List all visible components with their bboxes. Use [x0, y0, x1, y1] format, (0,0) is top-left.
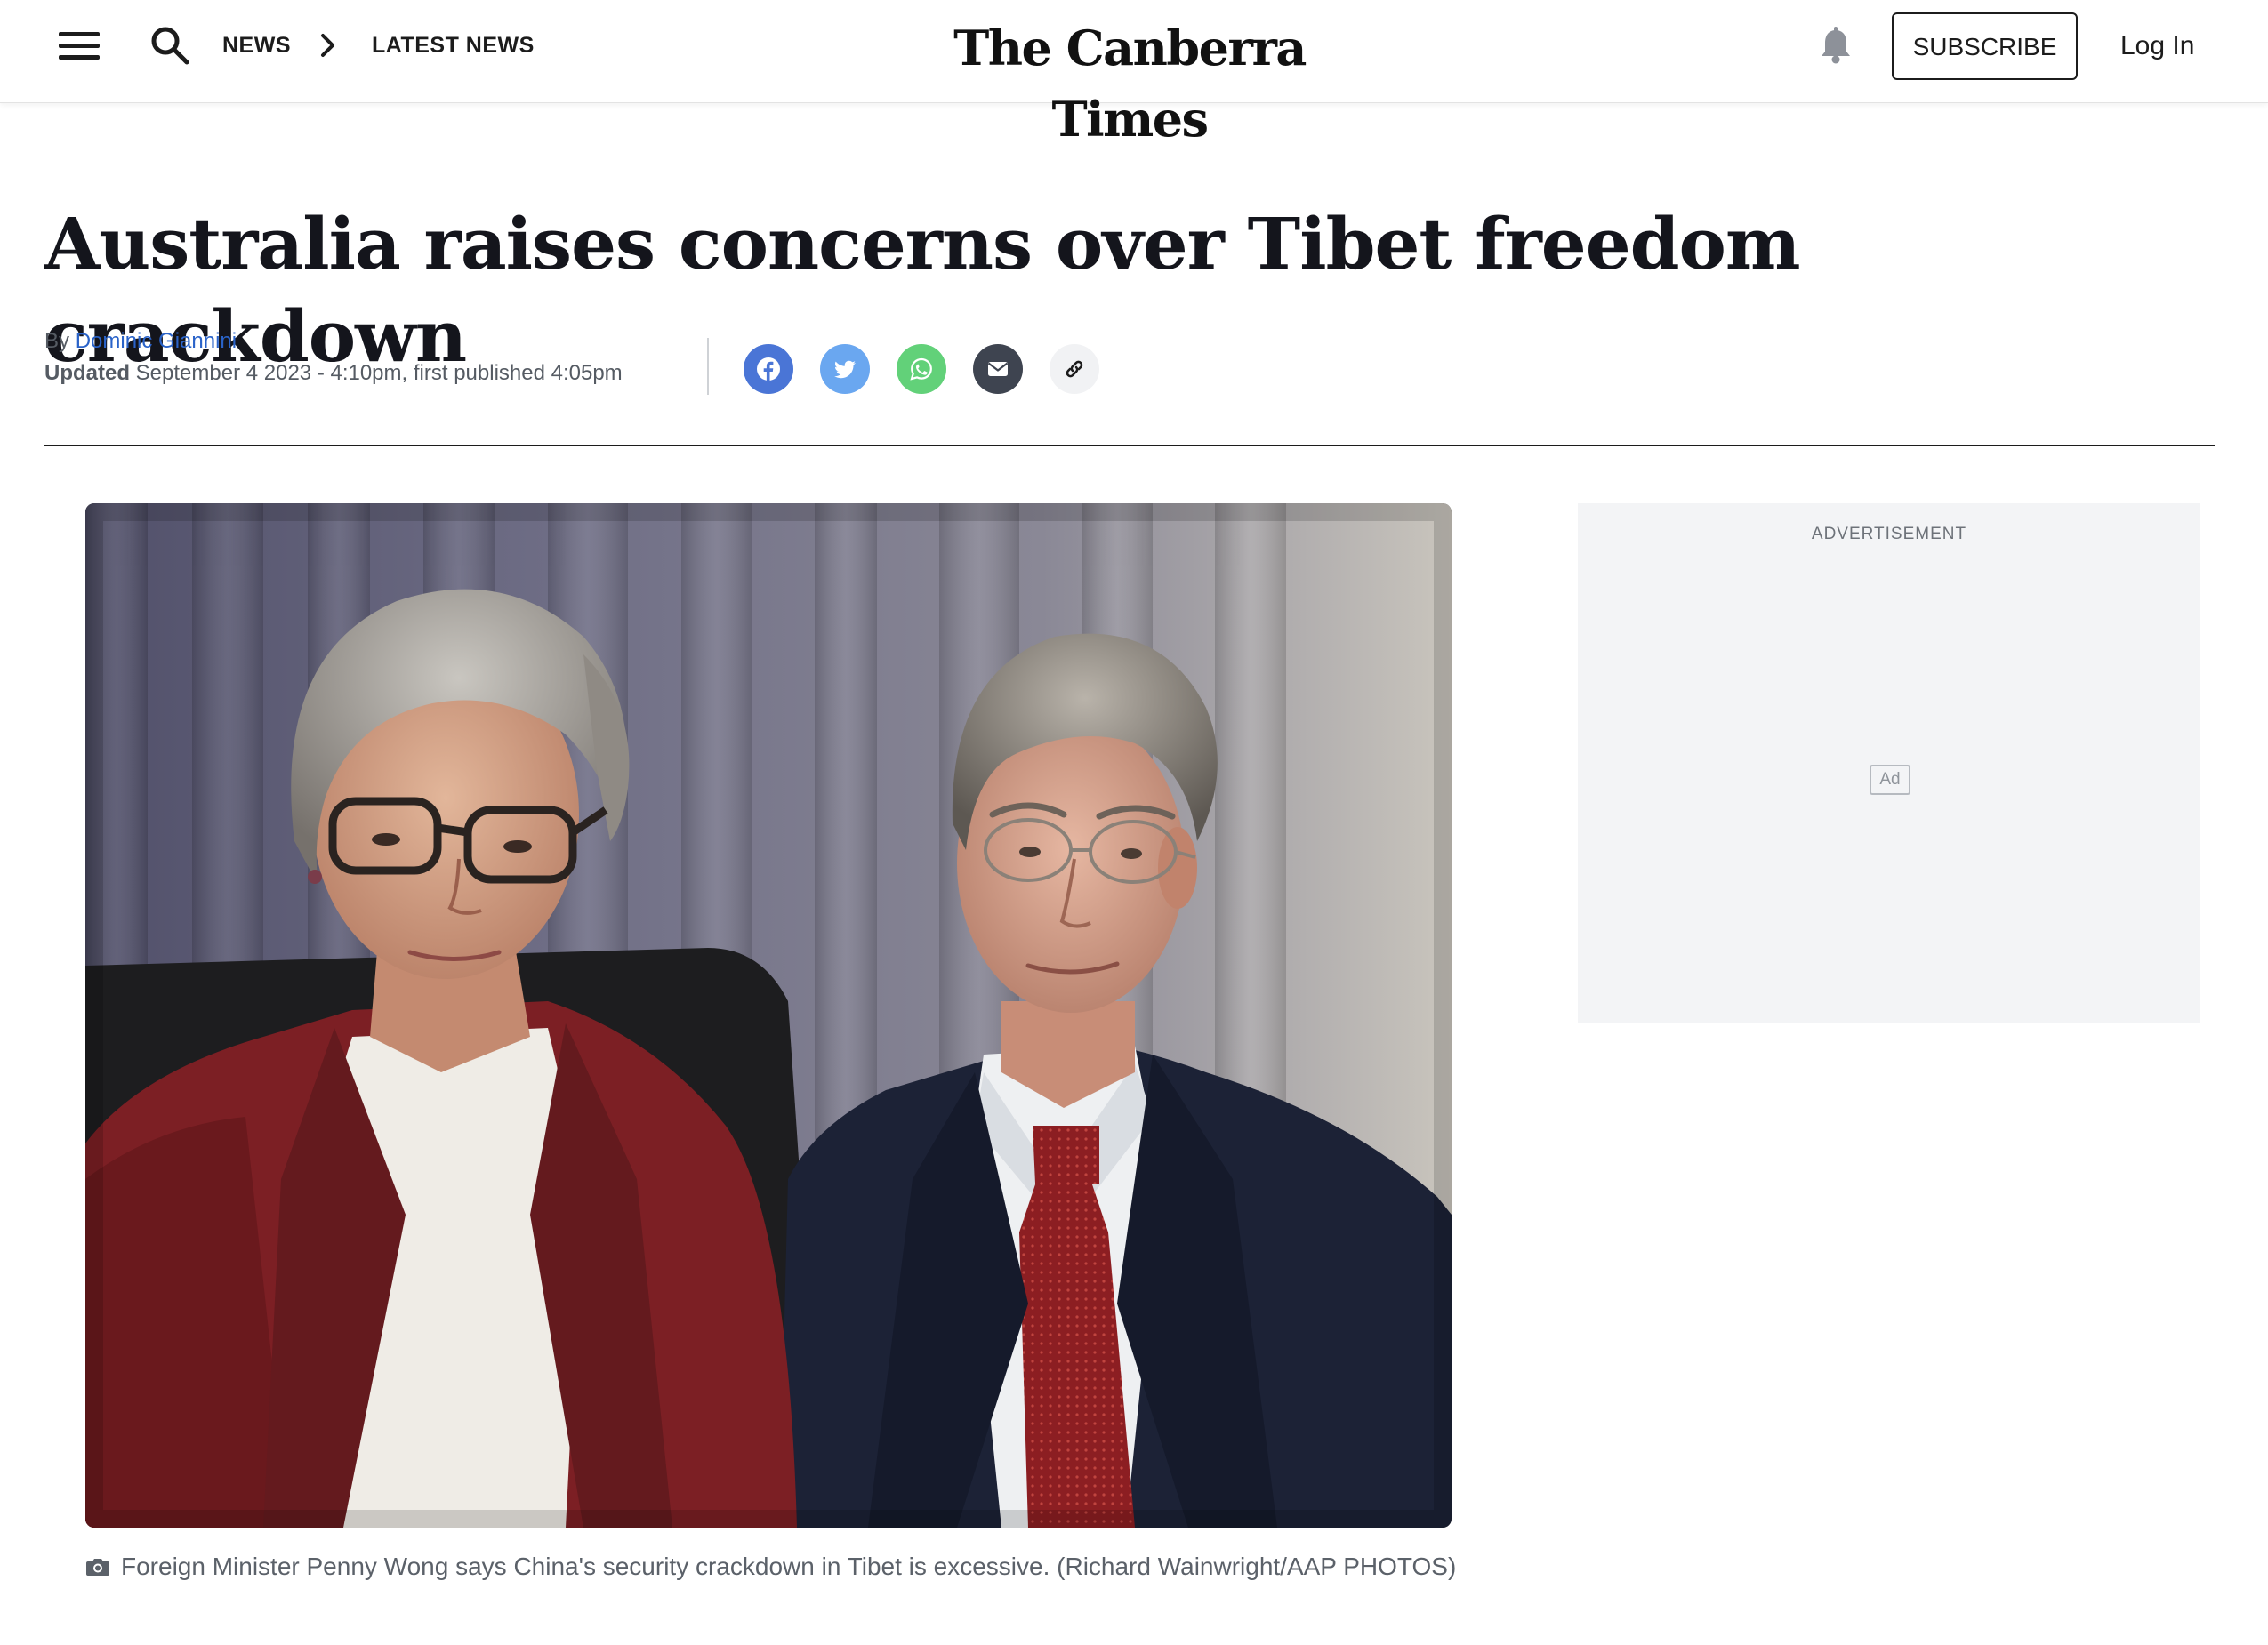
- caption-text: Foreign Minister Penny Wong says China's…: [121, 1553, 1457, 1580]
- ad-badge: Ad: [1870, 765, 1910, 795]
- camera-icon: [86, 1559, 109, 1576]
- section-divider: [44, 445, 2215, 446]
- image-caption: Foreign Minister Penny Wong says China's…: [85, 1549, 1473, 1585]
- email-share-button[interactable]: [973, 344, 1023, 394]
- site-header: NEWS LATEST NEWS The Canberra Times SUBS…: [0, 0, 2268, 148]
- byline-prefix: By: [44, 329, 70, 353]
- copy-link-button[interactable]: [1050, 344, 1099, 394]
- email-icon: [987, 362, 1009, 376]
- byline-divider: [707, 338, 709, 395]
- advertisement-slot[interactable]: ADVERTISEMENT Ad: [1578, 503, 2200, 1023]
- breadcrumb-news[interactable]: NEWS: [222, 30, 291, 60]
- author-link[interactable]: Dominic Giannini: [76, 329, 237, 353]
- hamburger-menu-icon[interactable]: [57, 30, 101, 62]
- twitter-share-button[interactable]: [820, 344, 870, 394]
- subscribe-button[interactable]: SUBSCRIBE: [1892, 12, 2078, 80]
- article-headline: Australia raises concerns over Tibet fre…: [44, 202, 1801, 378]
- updated-label: Updated: [44, 361, 130, 385]
- whatsapp-icon: [910, 357, 932, 381]
- byline: By Dominic Giannini: [44, 325, 237, 357]
- site-logo[interactable]: The Canberra Times: [889, 12, 1370, 148]
- breadcrumb-latest-news[interactable]: LATEST NEWS: [372, 30, 535, 60]
- login-link[interactable]: Log In: [2120, 27, 2194, 66]
- photo-illustration: [85, 503, 1452, 1528]
- whatsapp-share-button[interactable]: [897, 344, 946, 394]
- link-icon: [1066, 360, 1083, 378]
- bell-icon[interactable]: [1818, 27, 1854, 66]
- article-hero-image: [85, 503, 1452, 1528]
- facebook-icon: [757, 357, 780, 381]
- facebook-share-button[interactable]: [744, 344, 793, 394]
- search-icon[interactable]: [149, 25, 190, 66]
- updated-text: September 4 2023 - 4:10pm, first publish…: [135, 361, 623, 385]
- twitter-icon: [834, 360, 856, 379]
- advertisement-label: ADVERTISEMENT: [1811, 525, 1967, 543]
- chevron-right-icon: [321, 34, 334, 57]
- updated-timestamp: Updated September 4 2023 - 4:10pm, first…: [44, 357, 623, 389]
